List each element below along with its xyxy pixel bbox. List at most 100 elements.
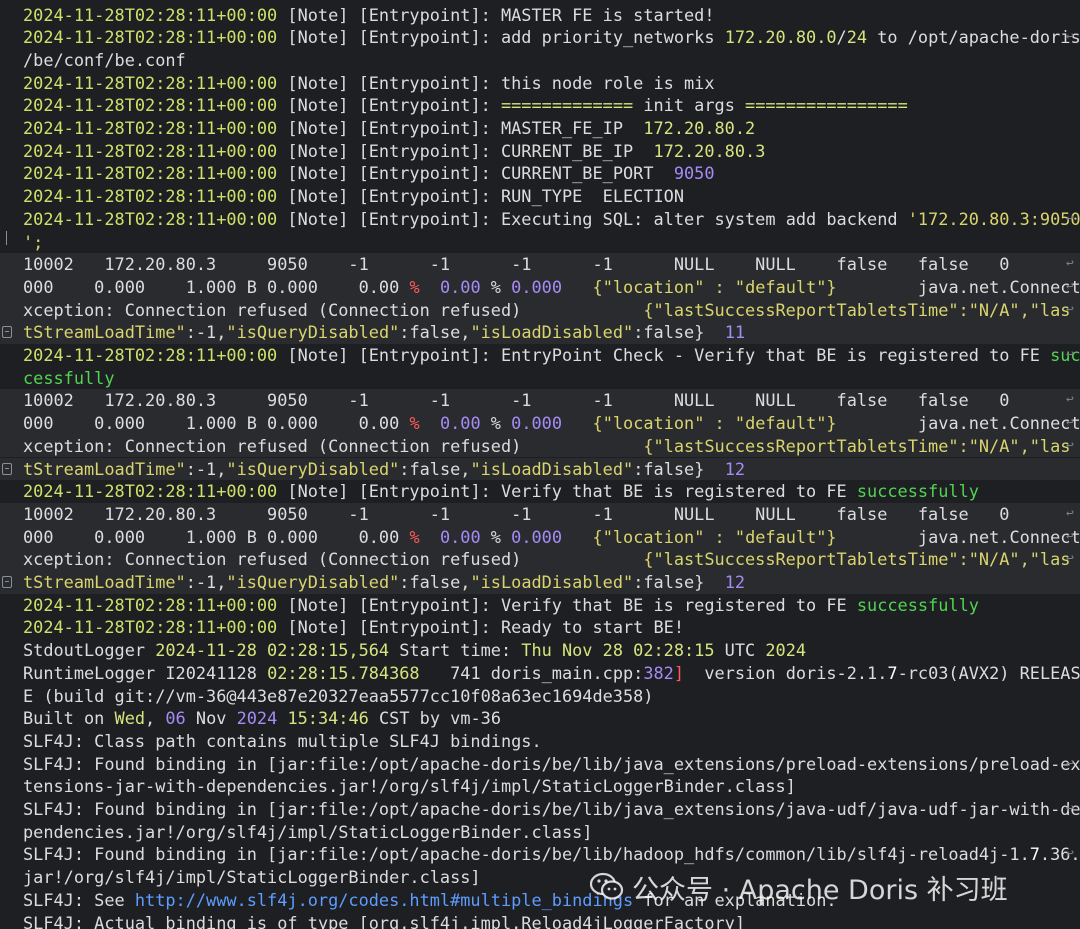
log-token: ============= — [500, 95, 634, 116]
log-line-text: 2024-11-28T02:28:11+00:00 [Note] [Entryp… — [23, 616, 684, 639]
log-token: CST by vm-36 — [368, 708, 502, 729]
log-line: StdoutLogger 2024-11-28 02:28:15,564 Sta… — [0, 639, 1080, 662]
log-line-text: 2024-11-28T02:28:11+00:00 [Note] [Entryp… — [23, 594, 979, 617]
log-token: http://www.slf4j.org/codes.html#multiple… — [134, 889, 634, 910]
log-line: 2024-11-28T02:28:11+00:00 [Note] [Entryp… — [0, 185, 1080, 208]
log-token: ================ — [745, 95, 908, 116]
log-token: 172.20.80.3 — [653, 140, 766, 161]
log-line-text: 2024-11-28T02:28:11+00:00 [Note] [Entryp… — [23, 162, 715, 185]
log-token: 2024-11-28T02:28:11+00:00 — [23, 163, 288, 184]
log-token: 12 — [724, 572, 746, 592]
log-token: 12 — [724, 458, 746, 479]
log-line: SLF4J: Actual binding is of type [org.sl… — [0, 912, 1080, 929]
log-line: SLF4J: Class path contains multiple SLF4… — [0, 730, 1080, 753]
log-token: 2024-11-28T02:28:11+00:00 — [23, 140, 288, 161]
log-token: / — [836, 27, 847, 48]
log-line: 2024-11-28T02:28:11+00:00 [Note] [Entryp… — [0, 208, 1080, 231]
log-line-text: 2024-11-28T02:28:11+00:00 [Note] [Entryp… — [23, 140, 765, 163]
log-token — [562, 277, 593, 297]
log-line-text: 10002 172.20.80.3 9050 -1 -1 -1 -1 NULL … — [23, 253, 1080, 276]
log-line: 2024-11-28T02:28:11+00:00 [Note] [Entryp… — [0, 117, 1080, 140]
log-token: :false} — [633, 458, 725, 479]
log-line-text: xception: Connection refused (Connection… — [23, 548, 1070, 571]
log-token: jar!/org/slf4j/impl/StaticLoggerBinder.c… — [23, 867, 481, 888]
log-line: SLF4J: Found binding in [jar:file:/opt/a… — [0, 843, 1080, 866]
log-line-text: tStreamLoadTime":-1,"isQueryDisabled":fa… — [23, 321, 745, 344]
soft-wrap-icon: ↩ — [1066, 528, 1074, 544]
log-line-text: 2024-11-28T02:28:11+00:00 [Note] [Entryp… — [23, 117, 755, 140]
log-token: {"location" : "default"} — [592, 526, 837, 547]
log-token: pendencies.jar!/org/slf4j/impl/StaticLog… — [23, 821, 593, 842]
log-token: 0.00 — [439, 276, 481, 297]
log-token: 0.000 — [511, 526, 563, 547]
log-token: % — [480, 276, 512, 297]
log-token: 06 — [165, 708, 186, 729]
log-line: 2024-11-28T02:28:11+00:00 [Note] [Entryp… — [0, 94, 1080, 117]
log-token: :-1, — [185, 572, 227, 592]
log-line: 10002 172.20.80.3 9050 -1 -1 -1 -1 NULL … — [0, 389, 1080, 413]
log-line-text: 2024-11-28T02:28:11+00:00 [Note] [Entryp… — [23, 208, 1080, 231]
log-line: 2024-11-28T02:28:11+00:00 [Note] [Entryp… — [0, 594, 1080, 617]
log-line: '; — [0, 230, 1080, 254]
log-line-text: 000 0.000 1.000 B 0.000 0.00 % 0.00 % 0.… — [23, 526, 1080, 549]
log-line: RuntimeLogger I20241128 02:28:15.784368 … — [0, 662, 1080, 685]
log-token: 382 — [643, 662, 674, 683]
log-token: 2024-11-28T02:28:11+00:00 — [23, 208, 288, 229]
log-token: [Note] [Entrypoint]: EntryPoint Check - … — [287, 345, 1051, 365]
log-token: 2024-11-28T02:28:11+00:00 — [23, 4, 288, 25]
log-line-text: 2024-11-28T02:28:11+00:00 [Note] [Entryp… — [23, 4, 715, 27]
log-line-text: RuntimeLogger I20241128 02:28:15.784368 … — [23, 662, 1080, 685]
log-token: 2024 — [236, 708, 278, 729]
log-token: -rc03(AVX2) RELEAS — [897, 662, 1080, 683]
log-token: {"location" : "default"} — [592, 413, 837, 434]
log-line-text: 2024-11-28T02:28:11+00:00 [Note] [Entryp… — [23, 26, 1080, 49]
log-line-text: tStreamLoadTime":-1,"isQueryDisabled":fa… — [23, 571, 745, 594]
log-line-text: 000 0.000 1.000 B 0.000 0.00 % 0.00 % 0.… — [23, 276, 1080, 299]
log-token: init args — [633, 95, 746, 116]
log-token: E (build git://vm-36@443e87e20327eaa5577… — [23, 685, 654, 706]
log-line-text: /be/conf/be.conf — [23, 49, 186, 72]
log-token: % — [480, 413, 512, 434]
log-token: 2024-11-28T02:28:11+00:00 — [23, 617, 288, 638]
log-line: SLF4J: Found binding in [jar:file:/opt/a… — [0, 798, 1080, 821]
log-token: "isLoadDisabled" — [470, 322, 634, 343]
log-token: {"lastSuccessReportTabletsTime":"N/A","l… — [643, 299, 1071, 320]
fold-icon[interactable] — [2, 462, 12, 475]
log-token: [Note] [Entrypoint]: Ready to start BE! — [287, 617, 684, 638]
log-line-text: 2024-11-28T02:28:11+00:00 [Note] [Entryp… — [23, 94, 908, 117]
log-line: 2024-11-28T02:28:11+00:00 [Note] [Entryp… — [0, 162, 1080, 185]
log-line-text: Built on Wed, 06 Nov 2024 15:34:46 CST b… — [23, 707, 501, 730]
fold-icon[interactable] — [2, 576, 12, 588]
log-token: 000 0.000 1.000 B 0.000 0.00 — [23, 526, 410, 547]
log-line-text: 2024-11-28T02:28:11+00:00 [Note] [Entryp… — [23, 185, 684, 208]
log-line-text: 10002 172.20.80.3 9050 -1 -1 -1 -1 NULL … — [23, 503, 1080, 526]
log-token: 000 0.000 1.000 B 0.000 0.00 — [23, 276, 410, 297]
terminal-output: 2024-11-28T02:28:11+00:00 [Note] [Entryp… — [0, 0, 1080, 929]
log-token: 2024-11-28T02:28:11+00:00 — [23, 186, 288, 207]
log-token: :-1, — [185, 458, 227, 479]
log-token: 10002 172.20.80.3 9050 -1 -1 -1 -1 NULL … — [23, 390, 1080, 411]
log-line-text: 000 0.000 1.000 B 0.000 0.00 % 0.00 % 0.… — [23, 412, 1080, 435]
log-token: tensions-jar-with-dependencies.jar!/org/… — [23, 776, 796, 797]
log-token: 2024-11-28T02:28:11+00:00 — [23, 27, 288, 48]
log-line-text: SLF4J: Found binding in [jar:file:/opt/a… — [23, 798, 1080, 821]
log-line: 000 0.000 1.000 B 0.000 0.00 % 0.00 % 0.… — [0, 275, 1080, 299]
log-line-text: tStreamLoadTime":-1,"isQueryDisabled":fa… — [23, 458, 745, 481]
log-line: SLF4J: Found binding in [jar:file:/opt/a… — [0, 753, 1080, 776]
log-token: Built on — [23, 708, 115, 729]
gutter-marker — [6, 230, 7, 245]
log-line: xception: Connection refused (Connection… — [0, 298, 1080, 322]
soft-wrap-icon: ↩ — [1066, 347, 1074, 362]
log-token: UTC — [714, 640, 766, 661]
log-token — [420, 527, 440, 547]
log-line-text: SLF4J: Class path contains multiple SLF4… — [23, 730, 542, 753]
log-line: 2024-11-28T02:28:11+00:00 [Note] [Entryp… — [0, 480, 1080, 503]
log-line: tStreamLoadTime":-1,"isQueryDisabled":fa… — [0, 457, 1080, 481]
fold-icon[interactable] — [2, 326, 12, 339]
log-token: 0.00 — [439, 413, 481, 434]
soft-wrap-icon: ↩ — [1066, 505, 1074, 521]
log-token: {"location" : "default"} — [592, 276, 837, 297]
log-token: 24 — [846, 27, 868, 48]
log-token: xception: Connection refused (Connection… — [23, 435, 644, 456]
log-token: :false, — [399, 322, 471, 343]
